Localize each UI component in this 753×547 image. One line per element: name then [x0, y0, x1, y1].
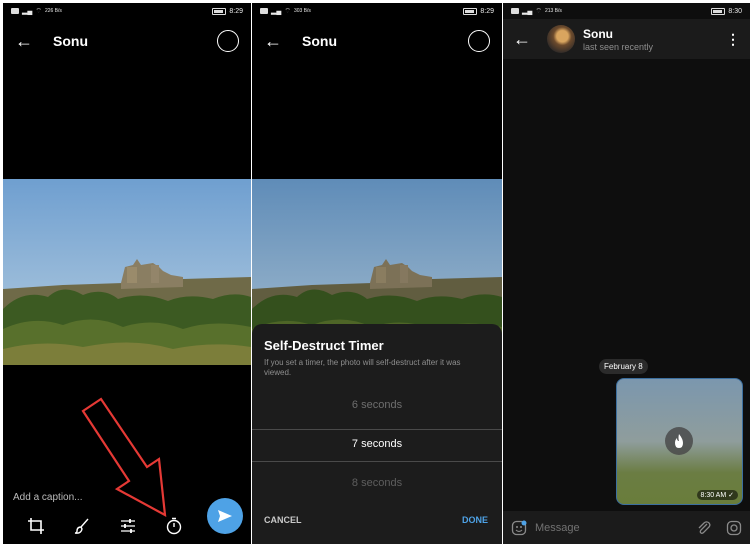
crop-icon[interactable]	[27, 517, 45, 535]
caption-input[interactable]: Add a caption...	[13, 492, 83, 503]
select-circle-button[interactable]	[217, 30, 239, 52]
status-bar: ▂▄ ⌔ 226 B/s 8:29	[3, 3, 251, 19]
back-arrow-icon[interactable]: ←	[264, 31, 288, 52]
timer-icon[interactable]	[165, 517, 183, 535]
avatar[interactable]	[547, 25, 575, 53]
message-input[interactable]: Message	[535, 522, 580, 534]
send-arrow-icon	[218, 510, 232, 522]
sheet-title: Self-Destruct Timer	[264, 338, 384, 353]
message-timestamp: 8:30 AM ✓	[696, 490, 738, 500]
sim-icon	[260, 8, 268, 14]
chat-title-block[interactable]: Sonu last seen recently	[583, 27, 653, 52]
brush-icon[interactable]	[73, 517, 91, 535]
status-bar: ▂▄ ⌔ 303 B/s 8:29	[252, 3, 502, 19]
editor-toolbar	[3, 513, 203, 539]
wifi-icon: ⌔	[284, 7, 291, 15]
date-badge: February 8	[599, 359, 648, 374]
status-time: 8:29	[480, 7, 494, 15]
timer-sheet-screen: ▂▄ ⌔ 303 B/s 8:29 ← Sonu Self-Destruct Tim…	[252, 3, 502, 544]
back-arrow-icon[interactable]: ←	[15, 31, 39, 52]
picker-divider	[252, 429, 502, 430]
timer-option[interactable]: 8 seconds	[252, 477, 502, 489]
message-input-bar: Message	[503, 511, 750, 544]
picker-divider	[252, 461, 502, 462]
battery-icon	[711, 7, 726, 15]
signal-icon: ▂▄	[271, 8, 282, 15]
editor-top-bar: ← Sonu	[252, 21, 502, 61]
signal-icon: ▂▄	[22, 8, 33, 15]
fort-landscape-image	[3, 179, 251, 365]
contact-title: Sonu	[53, 33, 88, 49]
annotation-arrow-icon	[81, 397, 167, 517]
battery-icon	[212, 7, 227, 15]
camera-icon[interactable]	[726, 520, 742, 536]
more-menu-icon[interactable]: ⋮	[726, 31, 740, 48]
wifi-icon: ⌔	[35, 7, 42, 15]
sim-icon	[511, 8, 519, 14]
timer-option[interactable]: 6 seconds	[252, 399, 502, 411]
network-speed: 213 B/s	[544, 7, 562, 14]
cancel-button[interactable]: CANCEL	[264, 515, 302, 525]
sticker-icon[interactable]	[511, 520, 527, 536]
self-destruct-timer-sheet: Self-Destruct Timer If you set a timer, …	[252, 324, 502, 544]
photo-editor-screen: ▂▄ ⌔ 226 B/s 8:29 ← Sonu Add a caption...	[3, 3, 251, 544]
timer-option-selected[interactable]: 7 seconds	[252, 438, 502, 450]
status-time: 8:29	[229, 7, 243, 15]
send-button[interactable]	[207, 498, 243, 534]
self-destruct-photo-message[interactable]: 8:30 AM ✓	[616, 378, 743, 505]
sheet-description: If you set a timer, the photo will self-…	[264, 358, 461, 377]
sim-icon	[11, 8, 19, 14]
signal-icon: ▂▄	[522, 8, 533, 15]
wifi-icon: ⌔	[535, 7, 542, 15]
status-bar: ▂▄ ⌔ 213 B/s 8:30	[503, 3, 750, 19]
selected-photo	[3, 179, 251, 365]
select-circle-button[interactable]	[468, 30, 490, 52]
contact-title: Sonu	[302, 33, 337, 49]
attach-icon[interactable]	[696, 520, 712, 536]
chat-header: ← Sonu last seen recently ⋮	[503, 19, 750, 59]
status-time: 8:30	[728, 7, 742, 15]
network-speed: 226 B/s	[44, 7, 62, 14]
battery-icon	[463, 7, 478, 15]
network-speed: 303 B/s	[293, 7, 311, 14]
last-seen-status: last seen recently	[583, 41, 654, 52]
adjust-icon[interactable]	[119, 517, 137, 535]
done-button[interactable]: DONE	[462, 515, 488, 525]
chat-contact-name: Sonu	[583, 26, 613, 41]
editor-top-bar: ← Sonu	[3, 21, 251, 61]
back-arrow-icon[interactable]: ←	[513, 29, 537, 50]
chat-screen: ▂▄ ⌔ 213 B/s 8:30 ← Sonu last seen recentl…	[503, 3, 750, 544]
fire-icon	[665, 427, 693, 455]
